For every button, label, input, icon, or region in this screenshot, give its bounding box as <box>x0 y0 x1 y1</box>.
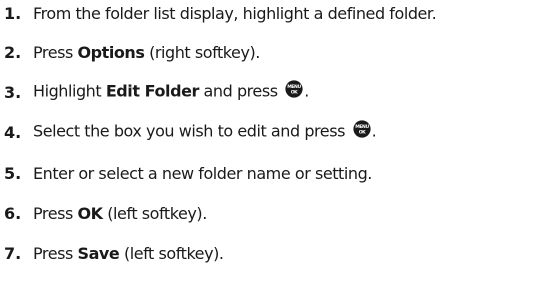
step-number: 5. <box>4 163 22 183</box>
step-text: Select the box you wish to edit and pres… <box>33 120 377 143</box>
step-keyword: Edit Folder <box>105 81 200 101</box>
step-number: 2. <box>4 42 22 62</box>
step-7: 7. Press Save (left softkey). <box>0 240 224 266</box>
step-text-part: (left softkey). <box>119 243 224 263</box>
step-text-part: Press <box>33 203 78 223</box>
step-keyword: Options <box>77 42 145 62</box>
step-keyword: Save <box>77 243 120 263</box>
step-text: Press OK (left softkey). <box>33 204 207 223</box>
svg-text:OK: OK <box>291 89 298 95</box>
step-3: 3. Highlight Edit Folder and press MENU OK… <box>0 79 309 105</box>
step-text-part: Enter or select a new folder name or set… <box>33 163 372 183</box>
step-text-part: (right softkey). <box>144 42 260 62</box>
step-text: Press Save (left softkey). <box>33 244 224 263</box>
step-text-part: . <box>304 81 309 101</box>
step-number: 1. <box>4 3 22 23</box>
step-2: 2. Press Options (right softkey). <box>0 39 260 65</box>
svg-text:OK: OK <box>358 129 365 135</box>
step-text-part: Press <box>33 42 78 62</box>
step-text-part: From the folder list display, highlight … <box>33 3 437 23</box>
step-5: 5. Enter or select a new folder name or s… <box>0 160 372 186</box>
step-number: 7. <box>4 243 22 263</box>
step-text-part: . <box>371 121 377 141</box>
step-text: Press Options (right softkey). <box>33 43 260 62</box>
menu-ok-key-icon: MENU OK <box>285 80 303 102</box>
svg-text:MENU: MENU <box>287 84 301 90</box>
step-text: From the folder list display, highlight … <box>33 3 437 23</box>
step-text-part: (left softkey). <box>102 203 207 223</box>
step-keyword: OK <box>77 203 104 223</box>
step-text-part: Highlight <box>33 81 106 101</box>
step-text-part: Press <box>33 243 78 263</box>
step-text: Highlight Edit Folder and press MENU OK. <box>33 80 309 103</box>
step-text-part: and press <box>198 81 283 101</box>
svg-text:MENU: MENU <box>355 124 369 130</box>
step-text: Enter or select a new folder name or set… <box>33 164 372 183</box>
step-6: 6. Press OK (left softkey). <box>0 200 207 226</box>
step-number: 6. <box>4 203 22 223</box>
step-1: 1. From the folder list display, highligh… <box>0 0 437 26</box>
step-number: 4. <box>4 122 22 142</box>
step-number: 3. <box>4 82 22 102</box>
step-4: 4. Select the box you wish to edit and pr… <box>0 119 377 145</box>
menu-ok-key-icon: MENU OK <box>353 120 371 142</box>
step-text-part: Select the box you wish to edit and pres… <box>33 121 350 141</box>
